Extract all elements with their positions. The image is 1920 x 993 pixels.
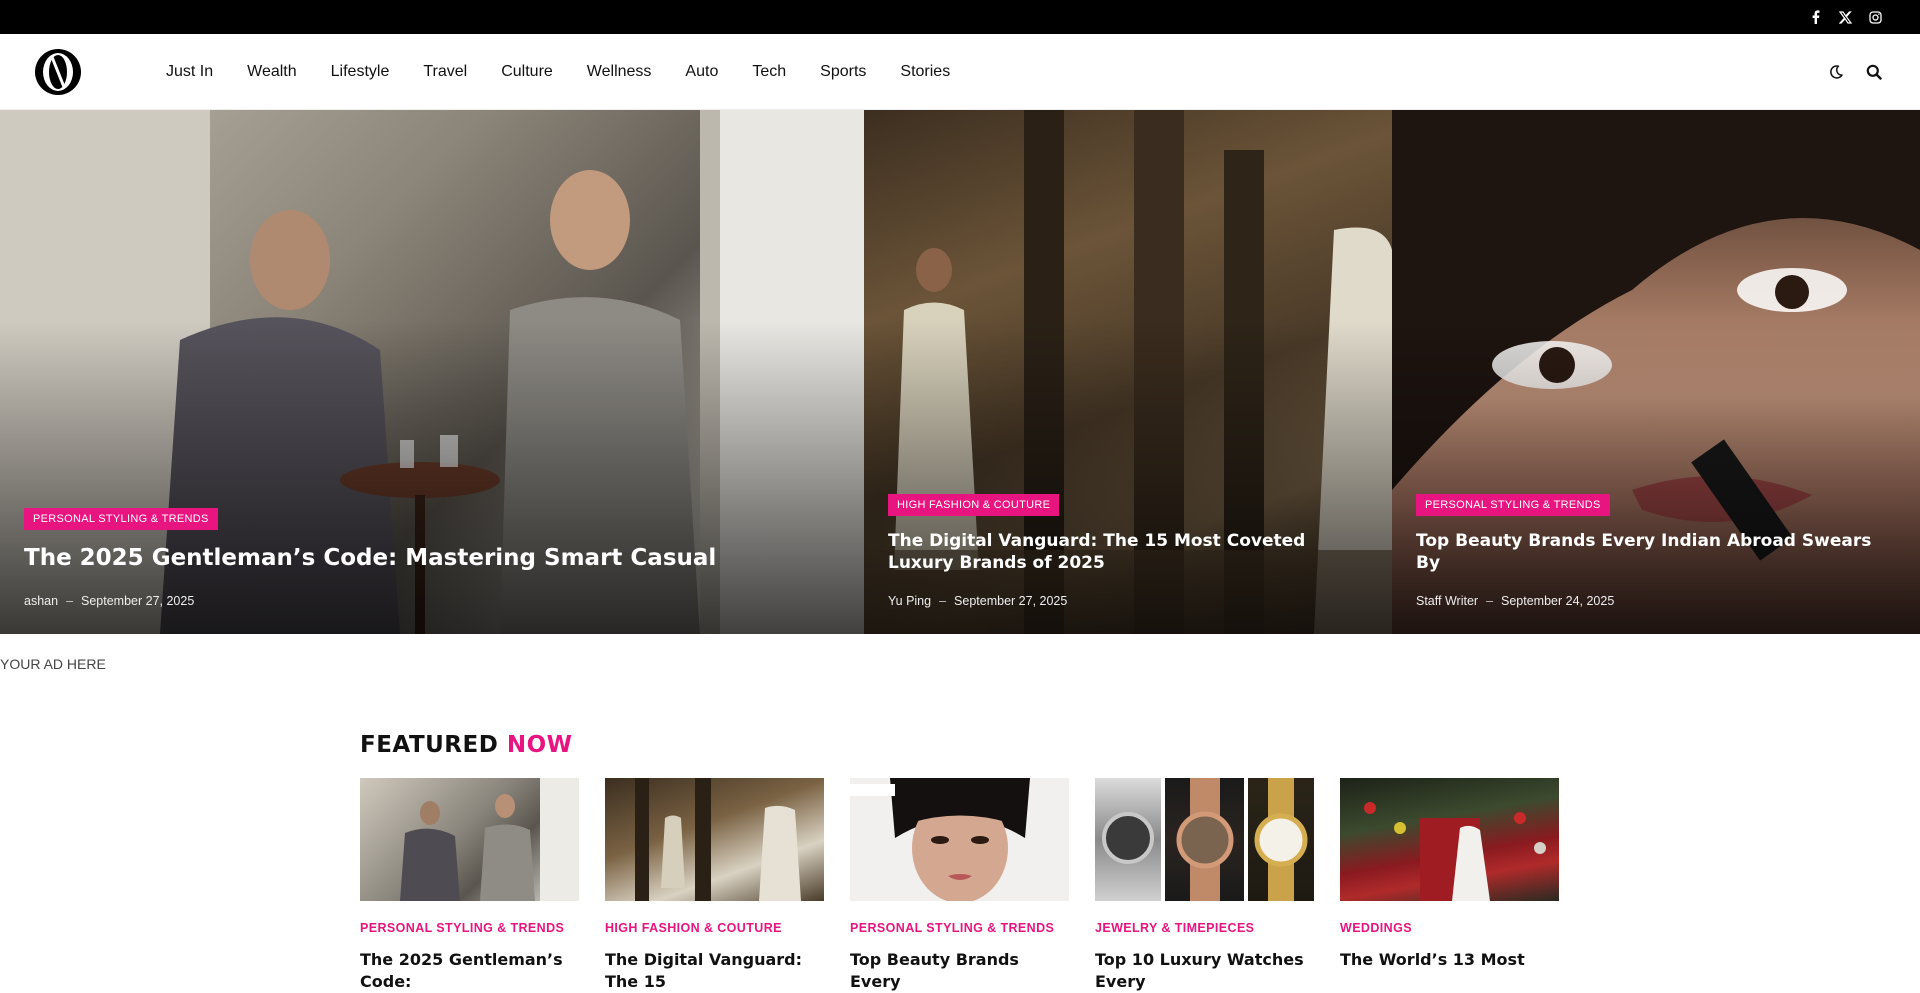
card-category[interactable]: PERSONAL STYLING & TRENDS <box>360 921 579 935</box>
hero-card[interactable]: PERSONAL STYLING & TRENDS The 2025 Gentl… <box>0 110 864 634</box>
author-name[interactable]: Yu Ping <box>888 594 931 608</box>
featured-card[interactable]: WEDDINGS The World’s 13 Most <box>1340 778 1559 993</box>
nav-item-travel[interactable]: Travel <box>406 63 484 81</box>
category-badge[interactable]: PERSONAL STYLING & TRENDS <box>1416 493 1610 516</box>
card-thumbnail[interactable] <box>1340 778 1559 901</box>
byline: ashan – September 27, 2025 <box>24 594 840 608</box>
byline: Staff Writer – September 24, 2025 <box>1416 594 1896 608</box>
hero-title[interactable]: The 2025 Gentleman’s Code: Mastering Sma… <box>24 544 840 574</box>
watch-image <box>1165 778 1244 901</box>
hero-caption: PERSONAL STYLING & TRENDS Top Beauty Bra… <box>1416 493 1896 608</box>
card-thumbnail[interactable] <box>605 778 824 901</box>
byline-separator: – <box>939 594 947 608</box>
nav-item-culture[interactable]: Culture <box>484 63 570 81</box>
header-actions <box>1827 63 1885 81</box>
top-bar <box>0 0 1920 34</box>
main-nav: Just In Wealth Lifestyle Travel Culture … <box>149 63 967 81</box>
publish-date: September 24, 2025 <box>1501 594 1615 608</box>
nav-item-tech[interactable]: Tech <box>735 63 803 81</box>
card-title[interactable]: The 2025 Gentleman’s Code: <box>360 949 579 993</box>
hero-slider: PERSONAL STYLING & TRENDS The 2025 Gentl… <box>0 110 1920 634</box>
watch-image <box>1248 778 1314 901</box>
section-heading-main: FEATURED <box>360 732 499 758</box>
featured-section: FEATURED NOW PERSONAL STYLING & TRENDS T… <box>360 732 1560 993</box>
nav-item-stories[interactable]: Stories <box>883 63 967 81</box>
card-category[interactable]: WEDDINGS <box>1340 921 1559 935</box>
card-title[interactable]: Top Beauty Brands Every <box>850 949 1069 993</box>
publish-date: September 27, 2025 <box>954 594 1068 608</box>
search-icon[interactable] <box>1865 63 1883 81</box>
featured-card[interactable]: HIGH FASHION & COUTURE The Digital Vangu… <box>605 778 824 993</box>
card-category[interactable]: PERSONAL STYLING & TRENDS <box>850 921 1069 935</box>
nav-item-lifestyle[interactable]: Lifestyle <box>314 63 407 81</box>
featured-card[interactable]: PERSONAL STYLING & TRENDS Top Beauty Bra… <box>850 778 1069 993</box>
facebook-icon[interactable] <box>1808 10 1822 24</box>
card-title[interactable]: The Digital Vanguard: The 15 <box>605 949 824 993</box>
category-badge[interactable]: PERSONAL STYLING & TRENDS <box>24 508 218 531</box>
card-title[interactable]: The World’s 13 Most <box>1340 949 1559 993</box>
featured-cards: PERSONAL STYLING & TRENDS The 2025 Gentl… <box>360 778 1560 993</box>
card-category[interactable]: JEWELRY & TIMEPIECES <box>1095 921 1314 935</box>
nav-item-just-in[interactable]: Just In <box>149 63 230 81</box>
section-heading: FEATURED NOW <box>360 732 1560 758</box>
x-twitter-icon[interactable] <box>1838 10 1852 24</box>
hero-title[interactable]: Top Beauty Brands Every Indian Abroad Sw… <box>1416 530 1896 574</box>
nav-item-wellness[interactable]: Wellness <box>570 63 669 81</box>
card-thumbnail[interactable] <box>1095 778 1314 901</box>
byline: Yu Ping – September 27, 2025 <box>888 594 1368 608</box>
hero-title[interactable]: The Digital Vanguard: The 15 Most Covete… <box>888 530 1368 574</box>
watch-image <box>1095 778 1161 901</box>
hero-caption: HIGH FASHION & COUTURE The Digital Vangu… <box>888 493 1368 608</box>
byline-separator: – <box>66 594 74 608</box>
ad-placeholder[interactable]: YOUR AD HERE <box>0 634 1920 714</box>
section-heading-accent: NOW <box>506 732 573 758</box>
card-thumbnail[interactable] <box>360 778 579 901</box>
hero-caption: PERSONAL STYLING & TRENDS The 2025 Gentl… <box>24 508 840 608</box>
author-name[interactable]: ashan <box>24 594 58 608</box>
site-logo[interactable] <box>35 48 81 95</box>
nav-item-sports[interactable]: Sports <box>803 63 883 81</box>
card-category[interactable]: HIGH FASHION & COUTURE <box>605 921 824 935</box>
featured-card[interactable]: PERSONAL STYLING & TRENDS The 2025 Gentl… <box>360 778 579 993</box>
hero-card[interactable]: HIGH FASHION & COUTURE The Digital Vangu… <box>864 110 1392 634</box>
card-title[interactable]: Top 10 Luxury Watches Every <box>1095 949 1314 993</box>
dark-mode-moon-icon[interactable] <box>1827 63 1845 81</box>
nav-item-auto[interactable]: Auto <box>668 63 735 81</box>
byline-separator: – <box>1486 594 1494 608</box>
site-header: Just In Wealth Lifestyle Travel Culture … <box>0 34 1920 110</box>
publish-date: September 27, 2025 <box>81 594 195 608</box>
category-badge[interactable]: HIGH FASHION & COUTURE <box>888 493 1060 516</box>
hero-card[interactable]: PERSONAL STYLING & TRENDS Top Beauty Bra… <box>1392 110 1920 634</box>
card-thumbnail[interactable] <box>850 778 1069 901</box>
featured-card[interactable]: JEWELRY & TIMEPIECES Top 10 Luxury Watch… <box>1095 778 1314 993</box>
author-name[interactable]: Staff Writer <box>1416 594 1478 608</box>
instagram-icon[interactable] <box>1868 10 1882 24</box>
nav-item-wealth[interactable]: Wealth <box>230 63 314 81</box>
